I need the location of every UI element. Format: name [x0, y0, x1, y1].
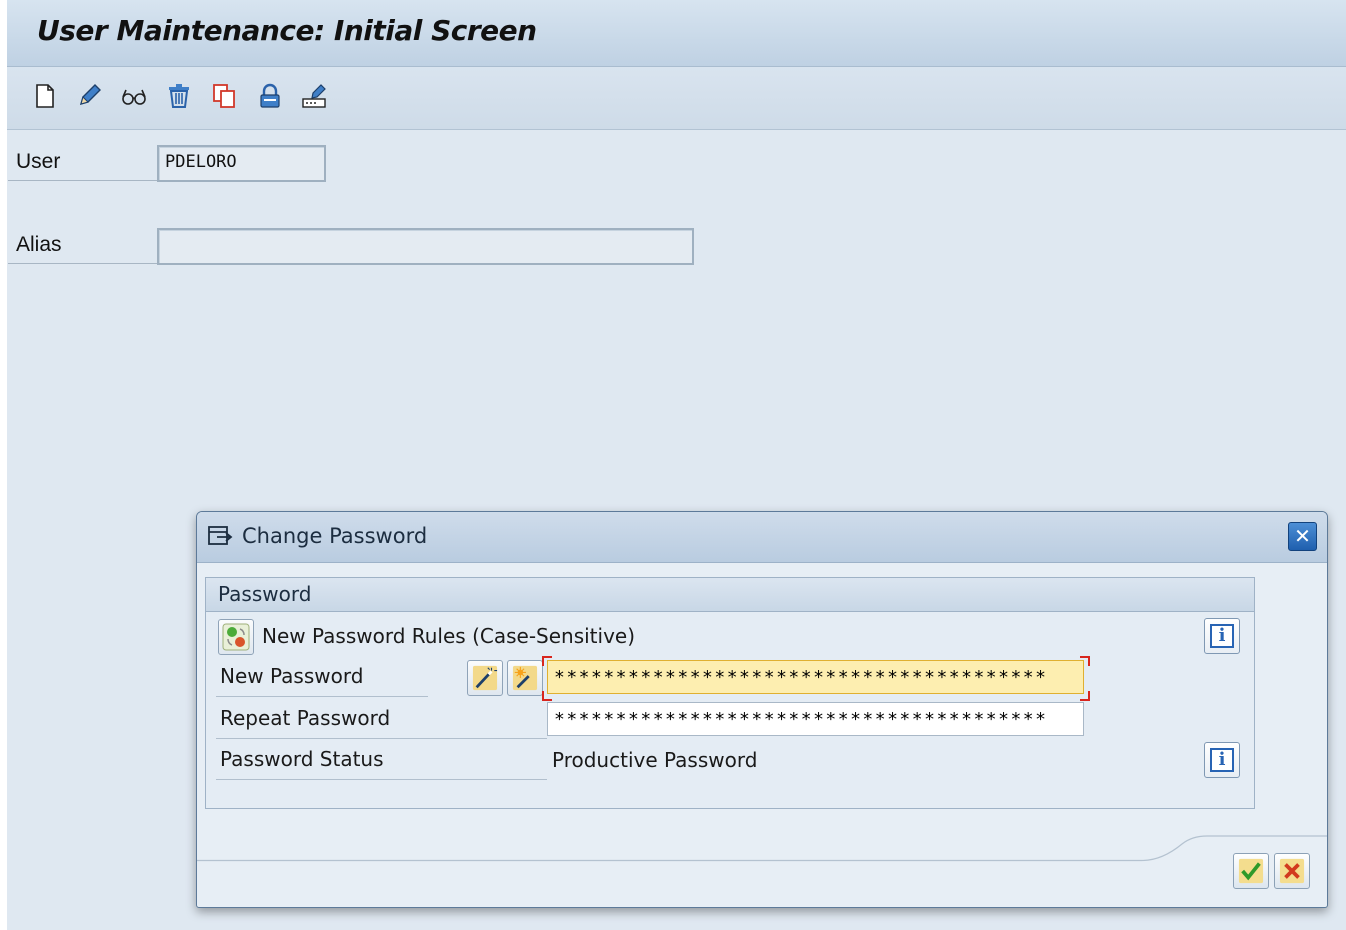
change-icon[interactable] [74, 81, 104, 111]
change-password-icon[interactable] [299, 81, 329, 111]
generate-password-sparkle-button[interactable] [507, 660, 543, 696]
focus-corner-tl [542, 656, 552, 666]
alias-input[interactable] [157, 228, 694, 265]
cancel-icon [1279, 858, 1305, 884]
password-status-value: Productive Password [552, 748, 758, 772]
rules-info-button[interactable]: i [1204, 618, 1240, 654]
copy-icon[interactable] [209, 81, 239, 111]
close-icon[interactable]: ✕ [1288, 522, 1317, 551]
password-group-title: Password [218, 582, 312, 606]
password-rules-text: New Password Rules (Case-Sensitive) [262, 624, 636, 648]
sparkle-wand-icon [512, 665, 538, 691]
info-icon: i [1210, 748, 1234, 772]
delete-icon[interactable] [164, 81, 194, 111]
application-toolbar [7, 67, 1346, 130]
title-bar: User Maintenance: Initial Screen [7, 0, 1346, 67]
status-info-button[interactable]: i [1204, 742, 1240, 778]
cancel-button[interactable] [1274, 853, 1310, 889]
focus-corner-br [1080, 691, 1090, 701]
footer-divider [197, 835, 1327, 862]
user-label: User [8, 150, 164, 181]
focus-corner-bl [542, 691, 552, 701]
info-icon: i [1210, 624, 1234, 648]
password-rules-button[interactable] [218, 619, 254, 655]
password-group: Password New Password Rules (Case-Sensit… [205, 577, 1255, 809]
focus-corner-tr [1080, 656, 1090, 666]
password-rules-icon [222, 623, 250, 651]
change-password-dialog: Change Password ✕ Password New Password … [196, 511, 1328, 908]
dialog-window-icon [208, 526, 233, 545]
user-input[interactable]: PDELORO [157, 145, 326, 182]
password-group-header: Password [206, 578, 1254, 612]
checkmark-icon [1238, 858, 1264, 884]
dialog-title: Change Password [242, 524, 428, 548]
password-status-label: Password Status [216, 747, 547, 780]
page-title: User Maintenance: Initial Screen [37, 14, 537, 47]
repeat-password-input[interactable]: **************************************** [547, 702, 1084, 736]
generate-password-button[interactable] [467, 660, 503, 696]
magic-wand-icon [472, 665, 498, 691]
display-icon[interactable] [119, 81, 149, 111]
repeat-password-label: Repeat Password [216, 706, 547, 739]
window-left-border [0, 0, 7, 930]
dialog-header: Change Password ✕ [197, 512, 1327, 563]
new-password-input[interactable]: **************************************** [547, 660, 1084, 694]
create-icon[interactable] [30, 81, 60, 111]
alias-label: Alias [8, 233, 164, 264]
confirm-button[interactable] [1233, 853, 1269, 889]
new-password-label: New Password [216, 664, 428, 697]
lock-icon[interactable] [255, 81, 285, 111]
